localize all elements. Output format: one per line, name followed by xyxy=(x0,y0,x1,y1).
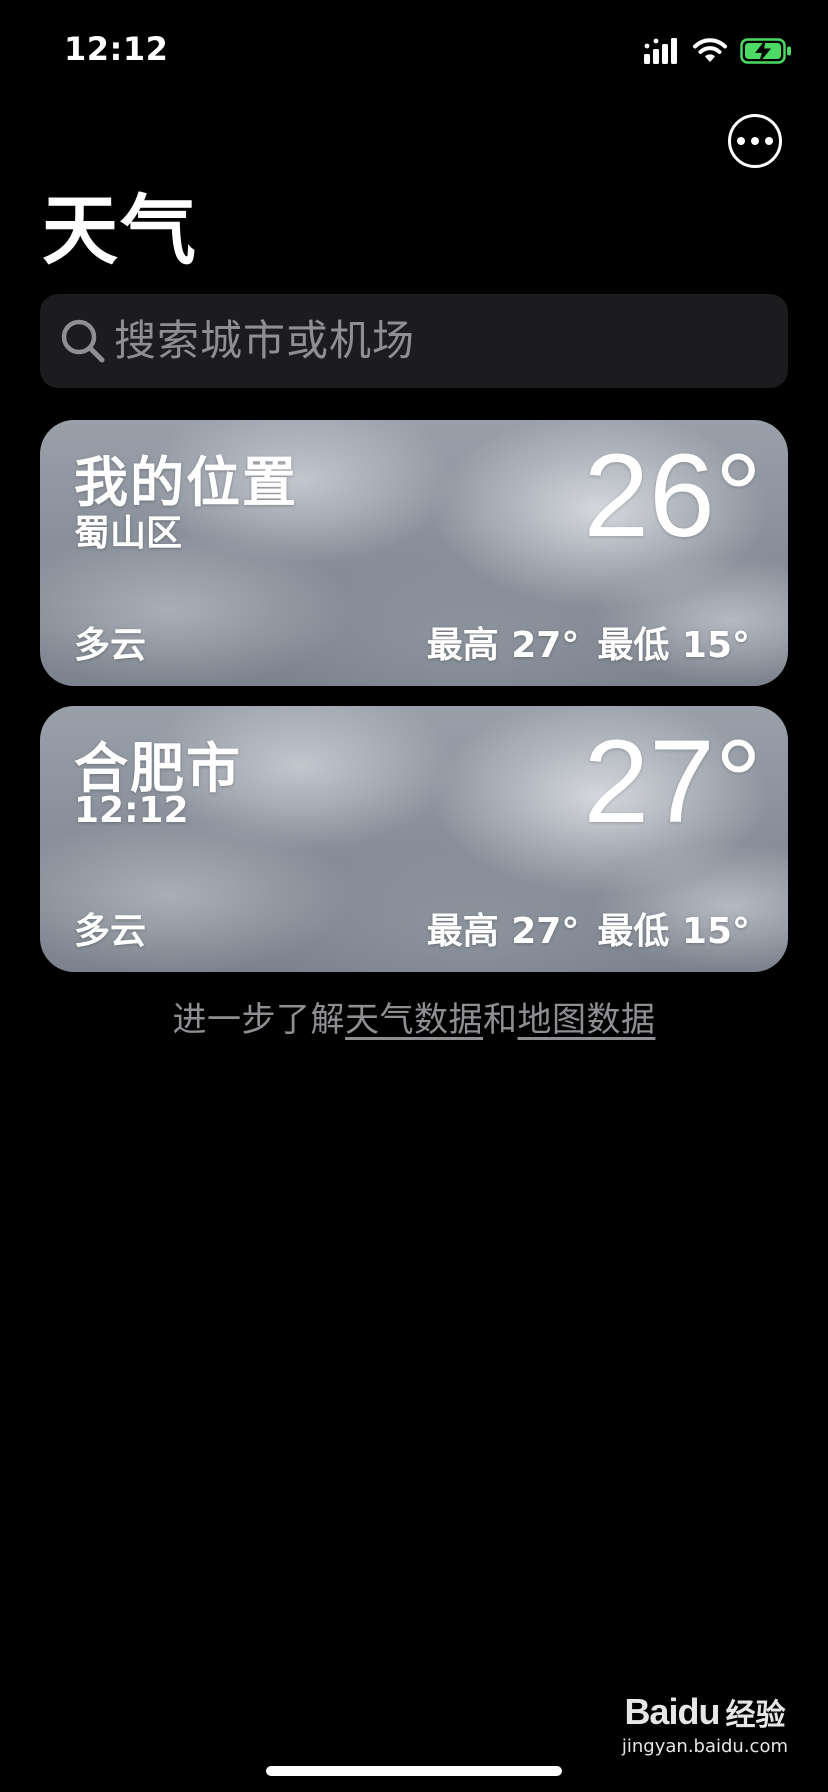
search-icon xyxy=(61,319,105,363)
home-indicator[interactable] xyxy=(266,1766,562,1776)
footer-prefix: 进一步了解 xyxy=(172,1000,345,1040)
city-high: 最高 27° xyxy=(426,911,580,952)
battery-charging-icon xyxy=(740,38,791,64)
city-card-my-location[interactable]: 我的位置 蜀山区 26° 多云 最高 27° 最低 15° xyxy=(40,420,788,686)
footer-and: 和 xyxy=(483,1000,518,1040)
cellular-signal-icon xyxy=(644,38,677,64)
city-temp-range: 最高 27° 最低 15° xyxy=(427,616,750,668)
city-card-hefei[interactable]: 合肥市 12:12 27° 多云 最高 27° 最低 15° xyxy=(40,706,788,972)
page-title: 天气 xyxy=(42,186,198,275)
city-subtitle: 蜀山区 xyxy=(74,513,183,554)
search-placeholder: 搜索城市或机场 xyxy=(114,316,416,365)
city-temperature: 26° xyxy=(583,430,762,562)
city-low: 最低 15° xyxy=(597,625,750,666)
status-time: 12:12 xyxy=(64,30,169,68)
footer-note: 进一步了解天气数据和地图数据 xyxy=(0,992,828,1041)
city-temperature: 27° xyxy=(583,716,762,848)
city-condition: 多云 xyxy=(74,625,147,666)
status-bar: 12:12 xyxy=(0,0,828,100)
watermark-suffix: 经验 xyxy=(725,1698,786,1733)
watermark-url: jingyan.baidu.com xyxy=(621,1736,788,1757)
more-dot xyxy=(765,137,773,145)
watermark-logo: Baidu 经验 xyxy=(624,1690,785,1734)
more-dot xyxy=(751,137,759,145)
search-field[interactable]: 搜索城市或机场 xyxy=(40,294,788,388)
city-low: 最低 15° xyxy=(597,911,750,952)
baidu-jingyan-watermark: Baidu 经验 jingyan.baidu.com xyxy=(622,1690,788,1757)
more-dot xyxy=(737,137,745,145)
city-temp-range: 最高 27° 最低 15° xyxy=(427,902,750,954)
more-button[interactable] xyxy=(728,114,782,168)
city-local-time: 12:12 xyxy=(74,790,189,831)
city-condition: 多云 xyxy=(74,911,147,952)
city-high: 最高 27° xyxy=(426,625,580,666)
wifi-icon xyxy=(693,38,727,62)
watermark-brand: Baidu xyxy=(624,1691,720,1732)
weather-data-link[interactable]: 天气数据 xyxy=(345,1000,483,1040)
status-icons xyxy=(644,34,792,68)
map-data-link[interactable]: 地图数据 xyxy=(518,1000,656,1040)
